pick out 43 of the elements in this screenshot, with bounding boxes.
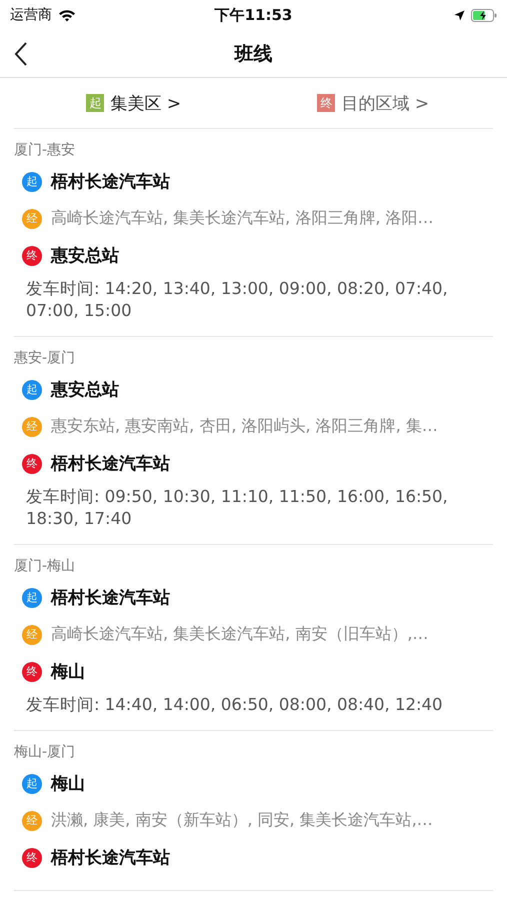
via-stations: 惠安东站, 惠安南站, 杏田, 洛阳屿头, 洛阳三角牌, 集… <box>51 416 438 437</box>
start-badge: 起 <box>22 774 42 794</box>
route-name: 梅山-厦门 <box>14 743 76 762</box>
station-name: 梧村长途汽车站 <box>51 171 170 193</box>
via-badge: 经 <box>22 810 42 830</box>
via-badge: 经 <box>22 208 42 228</box>
region-badge: 起 <box>86 94 104 112</box>
route-name: 厦门-惠安 <box>14 141 76 160</box>
end-badge: 终 <box>22 246 42 266</box>
via-stations: 高崎长途汽车站, 集美长途汽车站, 洛阳三角牌, 洛阳… <box>51 208 434 229</box>
station-name: 梧村长途汽车站 <box>51 847 170 869</box>
via-badge: 经 <box>22 624 42 644</box>
start-badge: 起 <box>22 380 42 400</box>
via-stations: 高崎长途汽车站, 集美长途汽车站, 南安（旧车站）,… <box>51 624 428 645</box>
region-badge: 终 <box>317 94 336 112</box>
region-label: 集美区 > <box>110 92 182 114</box>
end-badge: 终 <box>22 454 42 474</box>
station-name: 梅山 <box>51 773 85 795</box>
station-name: 梧村长途汽车站 <box>51 453 170 475</box>
location-arrow-icon <box>454 10 465 20</box>
via-badge: 经 <box>22 416 42 436</box>
station-name: 梧村长途汽车站 <box>51 587 170 609</box>
station-name: 惠安总站 <box>51 379 119 401</box>
page-title: 班线 <box>234 42 272 66</box>
battery-icon <box>471 8 497 22</box>
carrier-name: 运营商 <box>10 6 52 24</box>
station-name: 惠安总站 <box>51 245 119 267</box>
route-name: 厦门-梅山 <box>14 557 76 576</box>
start-badge: 起 <box>22 588 42 608</box>
status-time: 下午11:53 <box>214 6 292 24</box>
end-badge: 终 <box>22 662 42 682</box>
via-stations: 洪濑, 康美, 南安（新车站）, 同安, 集美长途汽车站,… <box>51 810 433 831</box>
wifi-icon <box>58 8 76 22</box>
region-selector[interactable]: 终 目的区域 > <box>254 78 493 128</box>
departure-times: 发车时间: 14:20, 13:40, 13:00, 09:00, 08:20, 07:40, 07:00, 15:00 <box>25 278 449 322</box>
station-name: 梅山 <box>51 661 85 683</box>
region-label: 目的区域 > <box>341 92 430 114</box>
route-name: 惠安-厦门 <box>14 349 76 368</box>
departure-times: 发车时间: 09:50, 10:30, 11:10, 11:50, 16:00, 16:50, 18:30, 17:40 <box>25 486 449 530</box>
start-badge: 起 <box>22 172 42 192</box>
departure-times: 发车时间: 14:40, 14:00, 06:50, 08:00, 08:40, 12:40 <box>25 694 444 716</box>
end-badge: 终 <box>22 848 42 868</box>
region-selector[interactable]: 起 集美区 > <box>14 78 254 128</box>
